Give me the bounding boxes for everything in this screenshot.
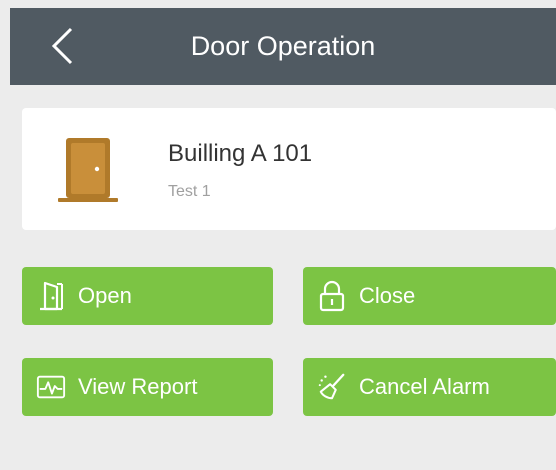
report-chart-icon xyxy=(36,370,66,404)
close-button[interactable]: Close xyxy=(303,267,556,325)
cancel-alarm-button[interactable]: Cancel Alarm xyxy=(303,358,556,416)
close-button-label: Close xyxy=(359,283,416,308)
page-title: Door Operation xyxy=(190,31,376,61)
door-card[interactable]: Builling A 101 Test 1 xyxy=(22,108,556,230)
lock-icon xyxy=(317,279,347,313)
back-button[interactable] xyxy=(44,26,80,66)
view-report-button-label: View Report xyxy=(78,374,198,399)
open-button[interactable]: Open xyxy=(22,267,273,325)
cancel-alarm-button-label: Cancel Alarm xyxy=(359,374,490,399)
door-name: Builling A 101 xyxy=(168,140,313,167)
door-subtitle: Test 1 xyxy=(168,183,211,200)
chevron-left-icon xyxy=(51,27,73,65)
door-open-icon xyxy=(36,279,66,313)
open-button-label: Open xyxy=(78,283,132,308)
view-report-button[interactable]: View Report xyxy=(22,358,273,416)
broom-icon xyxy=(317,370,347,404)
header-bar: Door Operation xyxy=(10,8,556,85)
door-icon xyxy=(58,138,118,202)
